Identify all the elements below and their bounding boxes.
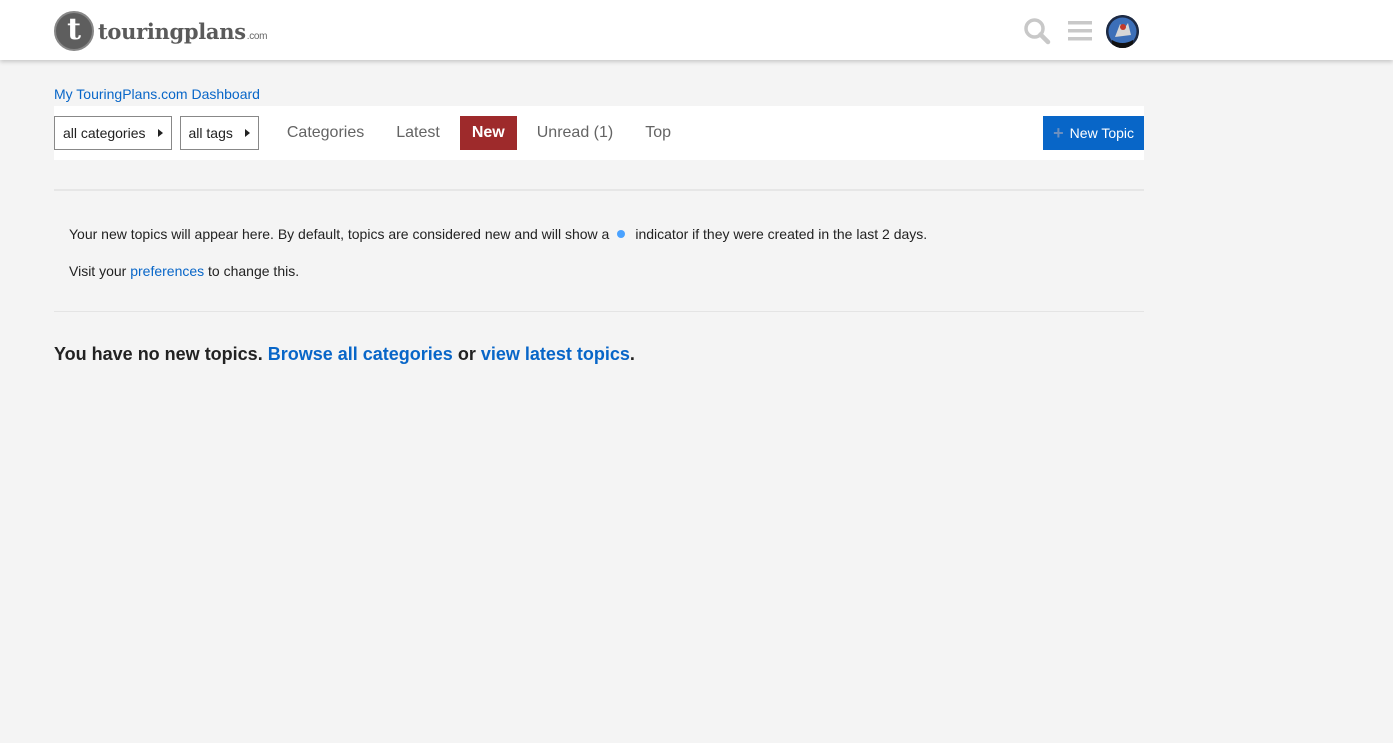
empty-state-message: You have no new topics. Browse all categ…	[54, 344, 635, 364]
category-dropdown[interactable]: all categories	[54, 116, 172, 150]
hamburger-menu-icon	[1068, 21, 1092, 41]
dashboard-link[interactable]: My TouringPlans.com Dashboard	[54, 86, 260, 102]
caret-right-icon	[157, 129, 163, 137]
new-topic-button[interactable]: + New Topic	[1043, 116, 1144, 150]
avatar-image-icon	[1106, 14, 1139, 48]
info-line-preferences: Visit your preferences to change this.	[69, 263, 300, 279]
site-logo[interactable]: t touringplans.com	[54, 11, 268, 51]
site-header: t touringplans.com	[0, 0, 1393, 60]
category-dropdown-label: all categories	[63, 125, 146, 141]
logo-wordmark: touringplans.com	[98, 18, 268, 44]
plus-icon: +	[1053, 122, 1064, 143]
divider	[54, 311, 1144, 312]
user-avatar[interactable]	[1106, 14, 1139, 48]
tag-dropdown[interactable]: all tags	[179, 116, 259, 150]
header-icons	[1021, 14, 1139, 48]
logo-mark-icon: t	[54, 11, 94, 51]
search-icon	[1024, 18, 1051, 45]
nav-latest[interactable]: Latest	[384, 116, 452, 150]
view-latest-link[interactable]: view latest topics	[481, 344, 630, 364]
preferences-link[interactable]: preferences	[130, 263, 204, 279]
search-button[interactable]	[1021, 15, 1053, 47]
nav-unread[interactable]: Unread (1)	[525, 116, 625, 150]
main-content: My TouringPlans.com Dashboard all catego…	[54, 84, 1144, 365]
tag-dropdown-label: all tags	[188, 125, 233, 141]
info-line-indicator: Your new topics will appear here. By def…	[69, 226, 928, 242]
new-topic-label: New Topic	[1069, 125, 1134, 141]
browse-categories-link[interactable]: Browse all categories	[268, 344, 453, 364]
new-indicator-dot-icon	[617, 230, 626, 238]
new-topics-info: Your new topics will appear here. By def…	[54, 191, 1144, 280]
caret-right-icon	[244, 129, 250, 137]
topic-navigation: all categories all tags Categories Lates…	[54, 106, 1144, 160]
nav-categories[interactable]: Categories	[275, 116, 376, 150]
nav-new[interactable]: New	[459, 116, 517, 150]
nav-top[interactable]: Top	[633, 116, 683, 150]
menu-button[interactable]	[1064, 15, 1096, 47]
